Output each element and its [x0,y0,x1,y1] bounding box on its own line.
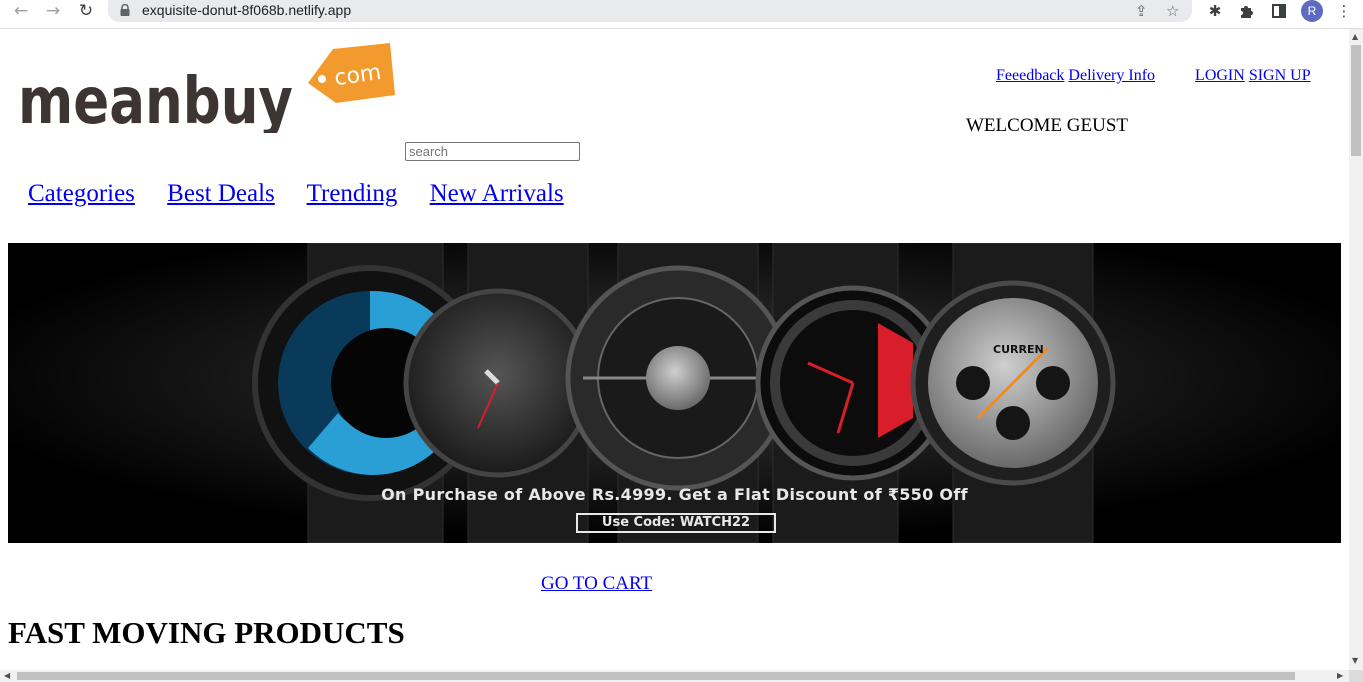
meanbuy-logo[interactable]: com meanbuy [18,43,398,133]
watch-curren: CURREN [910,280,1116,486]
top-links: Feeedback Delivery Info LOGIN SIGN UP [996,67,1311,85]
back-button[interactable]: ← [9,0,33,22]
banner-offer-text: On Purchase of Above Rs.4999. Get a Flat… [381,485,968,504]
nav-categories[interactable]: Categories [28,180,135,207]
share-icon[interactable]: ⇪ [1135,2,1148,20]
scroll-up-icon[interactable]: ▲ [1352,32,1358,41]
watch-center [565,265,791,491]
banner-coupon-code: Use Code: WATCH22 [576,513,776,533]
watch-cadisen [403,288,593,478]
horizontal-scrollbar[interactable]: ◀ ▶ [0,670,1349,682]
vertical-scroll-thumb[interactable] [1351,45,1361,156]
forward-button[interactable]: → [41,0,65,22]
promo-banner[interactable]: CURREN On Purchase of Above Rs.4999. Get… [8,243,1341,543]
welcome-message: WELCOME GEUST [966,115,1129,136]
search-input[interactable] [405,142,580,161]
browser-toolbar: ← → ↻ exquisite-donut-8f068b.netlify.app… [0,0,1363,29]
address-bar[interactable]: exquisite-donut-8f068b.netlify.app ⇪ ☆ [108,0,1192,22]
reload-button[interactable]: ↻ [74,0,98,22]
signup-link[interactable]: SIGN UP [1249,67,1311,84]
nav-trending[interactable]: Trending [307,180,398,207]
scroll-right-icon[interactable]: ▶ [1337,671,1343,680]
scroll-down-icon[interactable]: ▼ [1352,656,1358,665]
feedback-link[interactable]: Feeedback [996,67,1064,84]
star-icon[interactable]: ☆ [1166,2,1179,20]
arrow-left-icon: ← [13,1,29,21]
kebab-menu-icon[interactable]: ⋮ [1334,1,1354,21]
go-to-cart-link[interactable]: GO TO CART [541,573,652,595]
fast-moving-heading: FAST MOVING PRODUCTS [8,615,405,650]
url-text: exquisite-donut-8f068b.netlify.app [142,2,352,18]
nav-new-arrivals[interactable]: New Arrivals [430,180,564,207]
page-viewport: com meanbuy Feeedback Delivery Info LOGIN… [0,29,1349,670]
reload-icon: ↻ [78,1,94,21]
main-nav: Categories Best Deals Trending New Arriv… [28,180,590,208]
horizontal-scroll-thumb[interactable] [17,672,1295,680]
logo-wordmark: meanbuy [18,65,293,133]
scrollbar-corner [1349,670,1363,682]
side-panel-icon[interactable] [1269,1,1289,21]
lock-icon [120,4,130,16]
scroll-left-icon[interactable]: ◀ [4,671,10,680]
vertical-scrollbar[interactable]: ▲ ▼ [1349,29,1363,670]
arrow-right-icon: → [45,1,61,21]
puzzle-icon[interactable] [1237,1,1257,21]
nav-best-deals[interactable]: Best Deals [167,180,275,207]
bug-extension-icon[interactable]: ✱ [1205,1,1225,21]
login-link[interactable]: LOGIN [1195,67,1245,84]
delivery-info-link[interactable]: Delivery Info [1068,67,1155,84]
curren-brand-text: CURREN [993,343,1044,356]
profile-avatar[interactable]: R [1301,0,1323,22]
